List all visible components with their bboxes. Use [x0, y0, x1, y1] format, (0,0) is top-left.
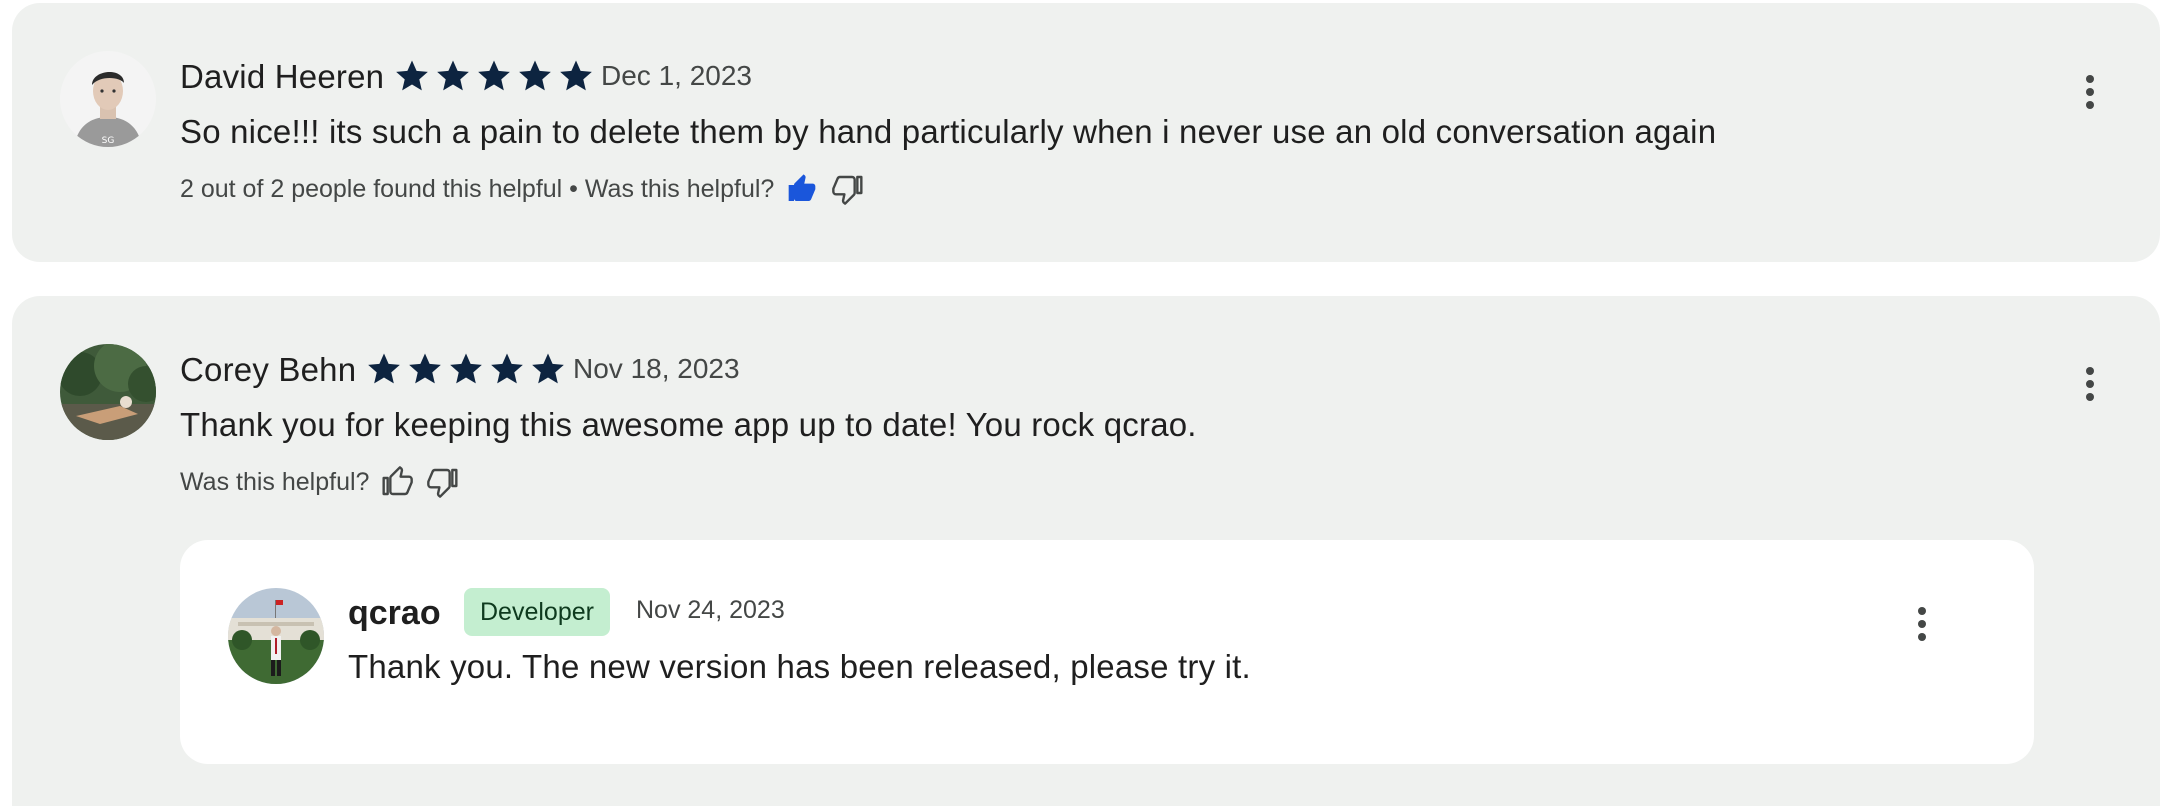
- helpful-label: Was this helpful?: [180, 467, 370, 496]
- developer-avatar: [228, 588, 324, 684]
- more-vert-icon: [2086, 367, 2094, 401]
- star-icon: [365, 350, 403, 388]
- helpful-label: 2 out of 2 people found this helpful • W…: [180, 174, 775, 203]
- review-text: So nice!!! its such a pain to delete the…: [180, 113, 1717, 150]
- avatar: SG: [60, 51, 156, 147]
- more-vert-icon: [2086, 75, 2094, 109]
- more-options-button[interactable]: [2066, 360, 2114, 408]
- reply-more-options-button[interactable]: [1898, 600, 1946, 648]
- thumb-down-icon[interactable]: [830, 171, 866, 207]
- star-icon: [447, 350, 485, 388]
- developer-badge: Developer: [464, 588, 610, 636]
- reply-date: Nov 24, 2023: [636, 596, 785, 624]
- star-icon: [516, 57, 554, 95]
- developer-name: qcrao: [348, 594, 441, 632]
- star-icon: [406, 350, 444, 388]
- review-text: Thank you for keeping this awesome app u…: [180, 406, 1197, 443]
- more-vert-icon: [1918, 607, 1926, 641]
- star-icon: [557, 57, 595, 95]
- reviewer-name: Corey Behn: [180, 351, 357, 388]
- review-card: Corey Behn Nov 18, 2023 Thank you for ke…: [12, 296, 2160, 806]
- review-card: SG David Heeren Dec 1, 2023 So nice!!! i…: [12, 3, 2160, 262]
- helpful-row: Was this helpful?: [180, 464, 461, 500]
- more-options-button[interactable]: [2066, 68, 2114, 116]
- avatar: [60, 344, 156, 440]
- review-date: Dec 1, 2023: [601, 60, 752, 91]
- star-rating: [365, 350, 567, 388]
- star-icon: [393, 57, 431, 95]
- helpful-row: 2 out of 2 people found this helpful • W…: [180, 171, 866, 207]
- thumb-up-icon[interactable]: [784, 171, 820, 207]
- star-icon: [488, 350, 526, 388]
- star-icon: [529, 350, 567, 388]
- svg-text:SG: SG: [102, 136, 115, 146]
- reviewer-name: David Heeren: [180, 58, 385, 95]
- thumb-down-icon[interactable]: [425, 464, 461, 500]
- star-icon: [475, 57, 513, 95]
- star-rating: [393, 57, 595, 95]
- review-date: Nov 18, 2023: [573, 353, 740, 384]
- star-icon: [434, 57, 472, 95]
- developer-reply: qcrao Developer Nov 24, 2023 Thank you. …: [180, 540, 2034, 764]
- thumb-up-icon[interactable]: [379, 464, 415, 500]
- reply-text: Thank you. The new version has been rele…: [348, 648, 1251, 685]
